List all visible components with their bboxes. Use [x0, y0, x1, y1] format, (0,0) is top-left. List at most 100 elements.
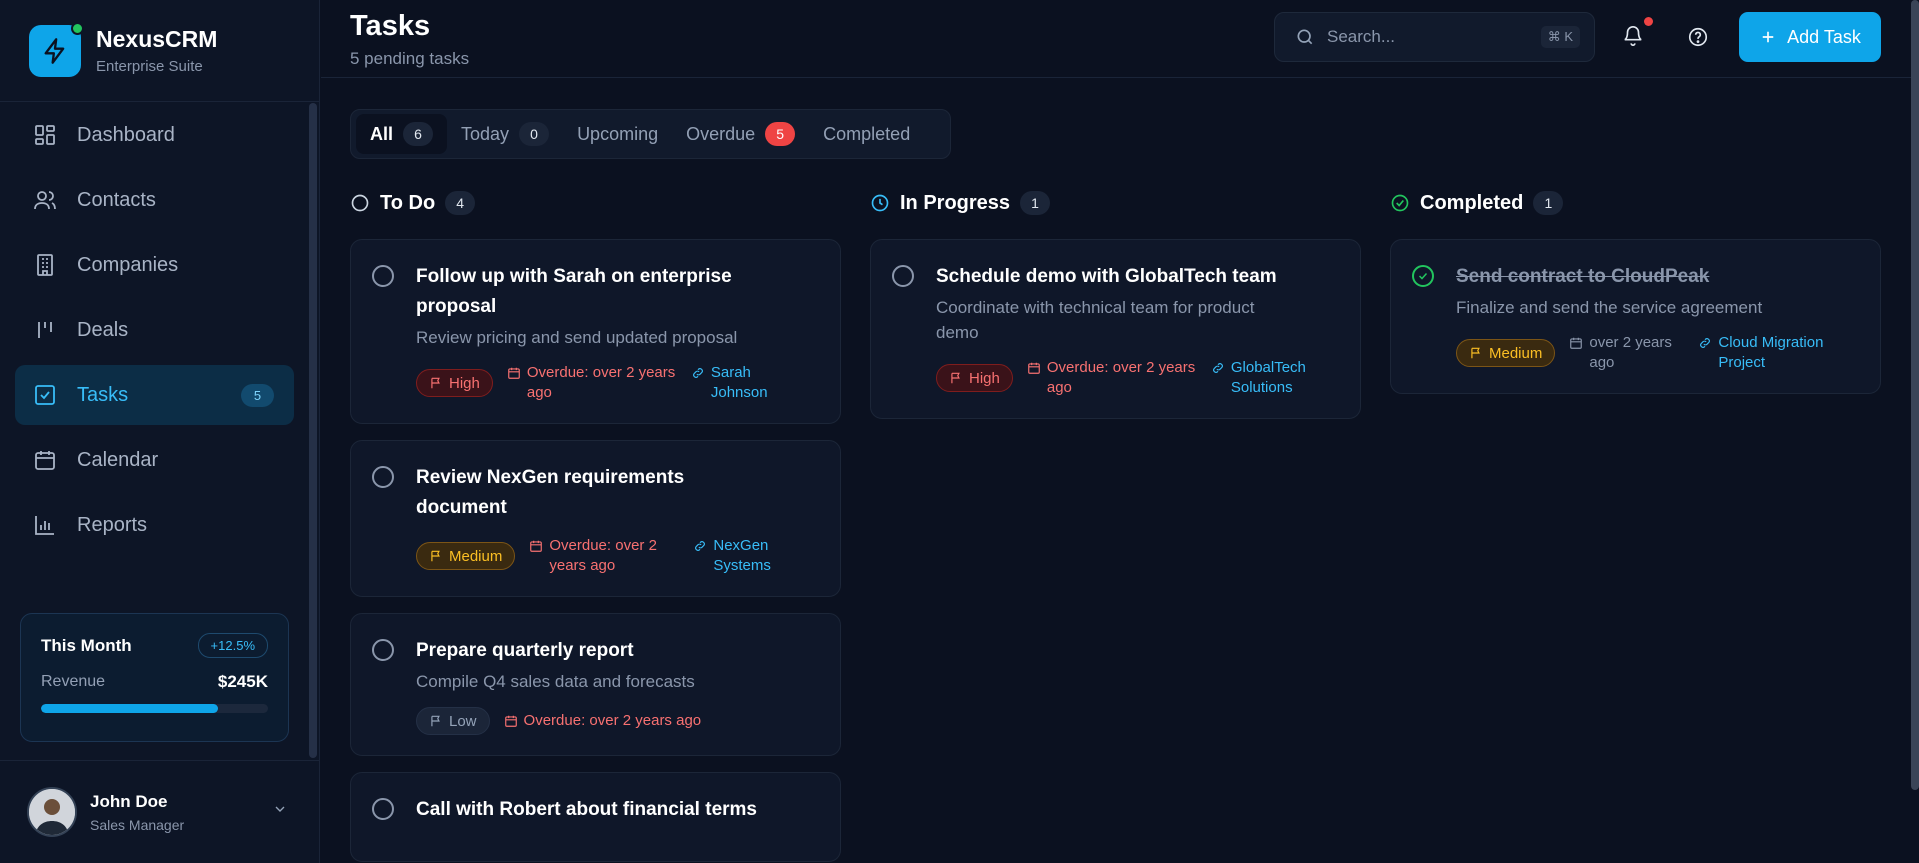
- task-description: Review pricing and send updated proposal: [416, 328, 738, 347]
- companies-icon: [33, 253, 57, 277]
- reports-icon: [33, 513, 57, 537]
- tab-upcoming[interactable]: Upcoming: [563, 114, 672, 154]
- column-title: Completed: [1420, 191, 1524, 214]
- checkmark-icon: [1418, 272, 1428, 280]
- task-description: Compile Q4 sales data and forecasts: [416, 672, 695, 691]
- due-date: over 2 years ago: [1569, 333, 1684, 373]
- task-card[interactable]: Send contract to CloudPeak Finalize and …: [1390, 239, 1881, 394]
- related-label: Cloud Migration Project: [1718, 334, 1824, 371]
- priority-badge: High: [416, 369, 493, 397]
- main-scrollbar[interactable]: [1911, 0, 1919, 790]
- priority-badge: Medium: [416, 542, 516, 570]
- brand-name: NexusCRM: [96, 26, 218, 52]
- task-checkbox[interactable]: [372, 466, 394, 488]
- sidebar-item-reports[interactable]: Reports: [15, 495, 294, 555]
- sidebar-item-contacts[interactable]: Contacts: [15, 170, 294, 230]
- related-link[interactable]: Sarah Johnson: [691, 363, 786, 403]
- task-title: Call with Robert about financial terms: [416, 799, 757, 820]
- column-title: To Do: [380, 191, 436, 214]
- revenue-progress-fill: [41, 704, 219, 713]
- clock-icon: [871, 194, 889, 212]
- due-label: Overdue: over 2 years ago: [526, 364, 676, 401]
- priority-label: Medium: [449, 547, 503, 565]
- task-title: Send contract to CloudPeak: [1456, 266, 1710, 287]
- tab-today[interactable]: Today 0: [447, 114, 563, 154]
- column-count: 1: [1020, 191, 1051, 215]
- priority-label: High: [449, 374, 480, 392]
- sidebar-item-calendar[interactable]: Calendar: [15, 430, 294, 490]
- task-card[interactable]: Review NexGen requirements document Medi…: [350, 440, 841, 597]
- sidebar: NexusCRM Enterprise Suite Dashboard Cont…: [0, 0, 320, 863]
- task-card[interactable]: Schedule demo with GlobalTech team Coord…: [870, 239, 1361, 419]
- bell-icon[interactable]: [1622, 25, 1644, 52]
- tab-all[interactable]: All 6: [356, 114, 448, 154]
- chevron-down-icon[interactable]: [272, 801, 288, 822]
- tab-completed[interactable]: Completed: [809, 114, 924, 154]
- sidebar-item-label: Contacts: [77, 188, 156, 211]
- tasks-count-badge: 5: [241, 384, 274, 407]
- link-icon: [1700, 338, 1711, 348]
- sidebar-item-tasks[interactable]: Tasks 5: [15, 365, 294, 425]
- search-input[interactable]: Search... ⌘ K: [1274, 12, 1595, 62]
- tab-count: 0: [519, 122, 550, 146]
- growth-badge: +12.5%: [197, 633, 268, 658]
- brand-subtitle: Enterprise Suite: [96, 58, 203, 75]
- online-dot: [71, 21, 84, 35]
- revenue-label: Revenue: [41, 673, 106, 690]
- calendar-icon: [33, 448, 57, 472]
- sidebar-item-label: Deals: [77, 318, 129, 341]
- sidebar-item-label: Dashboard: [77, 123, 175, 146]
- due-date: Overdue: over 2 years ago: [1027, 358, 1197, 398]
- tab-overdue[interactable]: Overdue 5: [672, 114, 809, 154]
- sidebar-scrollbar[interactable]: [309, 103, 317, 758]
- sidebar-item-deals[interactable]: Deals: [15, 300, 294, 360]
- main-content: Tasks 5 pending tasks Search... ⌘ K Add …: [321, 0, 1919, 863]
- task-card[interactable]: Follow up with Sarah on enterprise propo…: [350, 239, 841, 424]
- related-label: NexGen Systems: [713, 537, 771, 574]
- revenue-progress-bar: [41, 704, 268, 713]
- user-menu[interactable]: John Doe Sales Manager: [0, 760, 320, 863]
- link-icon: [695, 541, 706, 551]
- tab-label: Completed: [823, 123, 911, 144]
- link-icon: [692, 368, 703, 378]
- flag-icon: [431, 715, 440, 727]
- brand[interactable]: NexusCRM Enterprise Suite: [0, 0, 319, 102]
- sidebar-item-dashboard[interactable]: Dashboard: [15, 105, 294, 165]
- sidebar-item-label: Calendar: [77, 448, 159, 471]
- avatar: [27, 787, 77, 837]
- sidebar-item-label: Companies: [77, 253, 179, 276]
- sidebar-nav: Dashboard Contacts Companies Deals Tasks…: [15, 105, 294, 560]
- user-name: John Doe: [90, 791, 168, 811]
- circle-icon: [351, 194, 369, 212]
- help-icon[interactable]: [1687, 26, 1709, 53]
- task-checkbox-checked[interactable]: [1412, 265, 1434, 287]
- tab-label: Overdue: [686, 123, 756, 144]
- calendar-icon: [1028, 362, 1040, 374]
- deals-icon: [33, 318, 57, 342]
- related-link[interactable]: NexGen Systems: [693, 536, 783, 576]
- add-task-button[interactable]: Add Task: [1739, 12, 1881, 62]
- task-card[interactable]: Call with Robert about financial terms: [350, 772, 841, 862]
- column-title: In Progress: [900, 191, 1011, 214]
- sidebar-item-companies[interactable]: Companies: [15, 235, 294, 295]
- task-card[interactable]: Prepare quarterly report Compile Q4 sale…: [350, 613, 841, 756]
- flag-icon: [951, 372, 960, 384]
- related-link[interactable]: GlobalTech Solutions: [1211, 358, 1311, 398]
- calendar-icon: [504, 715, 517, 727]
- task-filter-tabs: All 6 Today 0 Upcoming Overdue 5 Complet…: [350, 109, 951, 159]
- related-link[interactable]: Cloud Migration Project: [1698, 333, 1833, 373]
- task-checkbox[interactable]: [372, 798, 394, 820]
- priority-badge: Low: [416, 707, 490, 735]
- task-checkbox[interactable]: [372, 639, 394, 661]
- task-checkbox[interactable]: [892, 265, 914, 287]
- due-date: Overdue: over 2 years ago: [507, 363, 677, 403]
- priority-badge: High: [936, 364, 1013, 392]
- calendar-icon: [530, 540, 543, 552]
- month-card-title: This Month: [41, 635, 132, 655]
- search-placeholder: Search...: [1327, 27, 1396, 46]
- task-title: Review NexGen requirements document: [416, 467, 685, 518]
- task-checkbox[interactable]: [372, 265, 394, 287]
- due-label: Overdue: over 2 years ago: [1046, 359, 1196, 396]
- tab-count: 5: [765, 122, 796, 146]
- user-photo-icon: [29, 789, 75, 835]
